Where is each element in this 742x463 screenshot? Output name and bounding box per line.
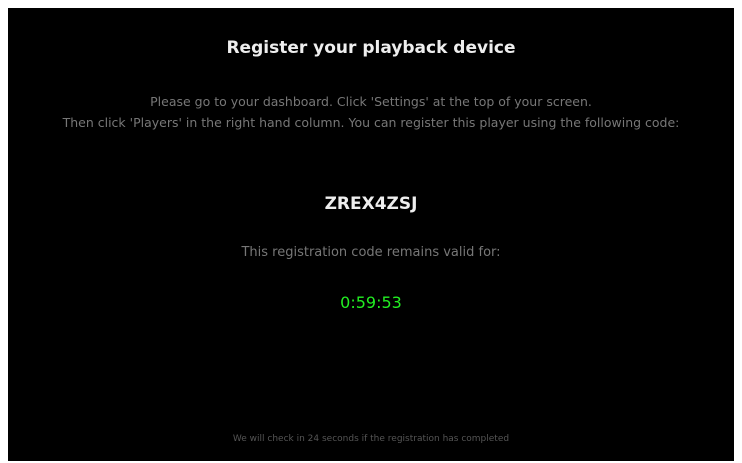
page-title: Register your playback device	[226, 38, 516, 58]
instructions-line-2: Then click 'Players' in the right hand c…	[62, 115, 680, 130]
footer-status: We will check in 24 seconds if the regis…	[232, 434, 510, 444]
countdown-timer: 0:59:53	[340, 293, 402, 312]
instructions-text: Please go to your dashboard. Click 'Sett…	[8, 91, 734, 133]
validity-label: This registration code remains valid for…	[241, 245, 501, 260]
instructions-line-1: Please go to your dashboard. Click 'Sett…	[150, 94, 592, 109]
registration-code: ZREX4ZSJ	[324, 194, 418, 214]
registration-screen: Register your playback device Please go …	[8, 8, 734, 461]
